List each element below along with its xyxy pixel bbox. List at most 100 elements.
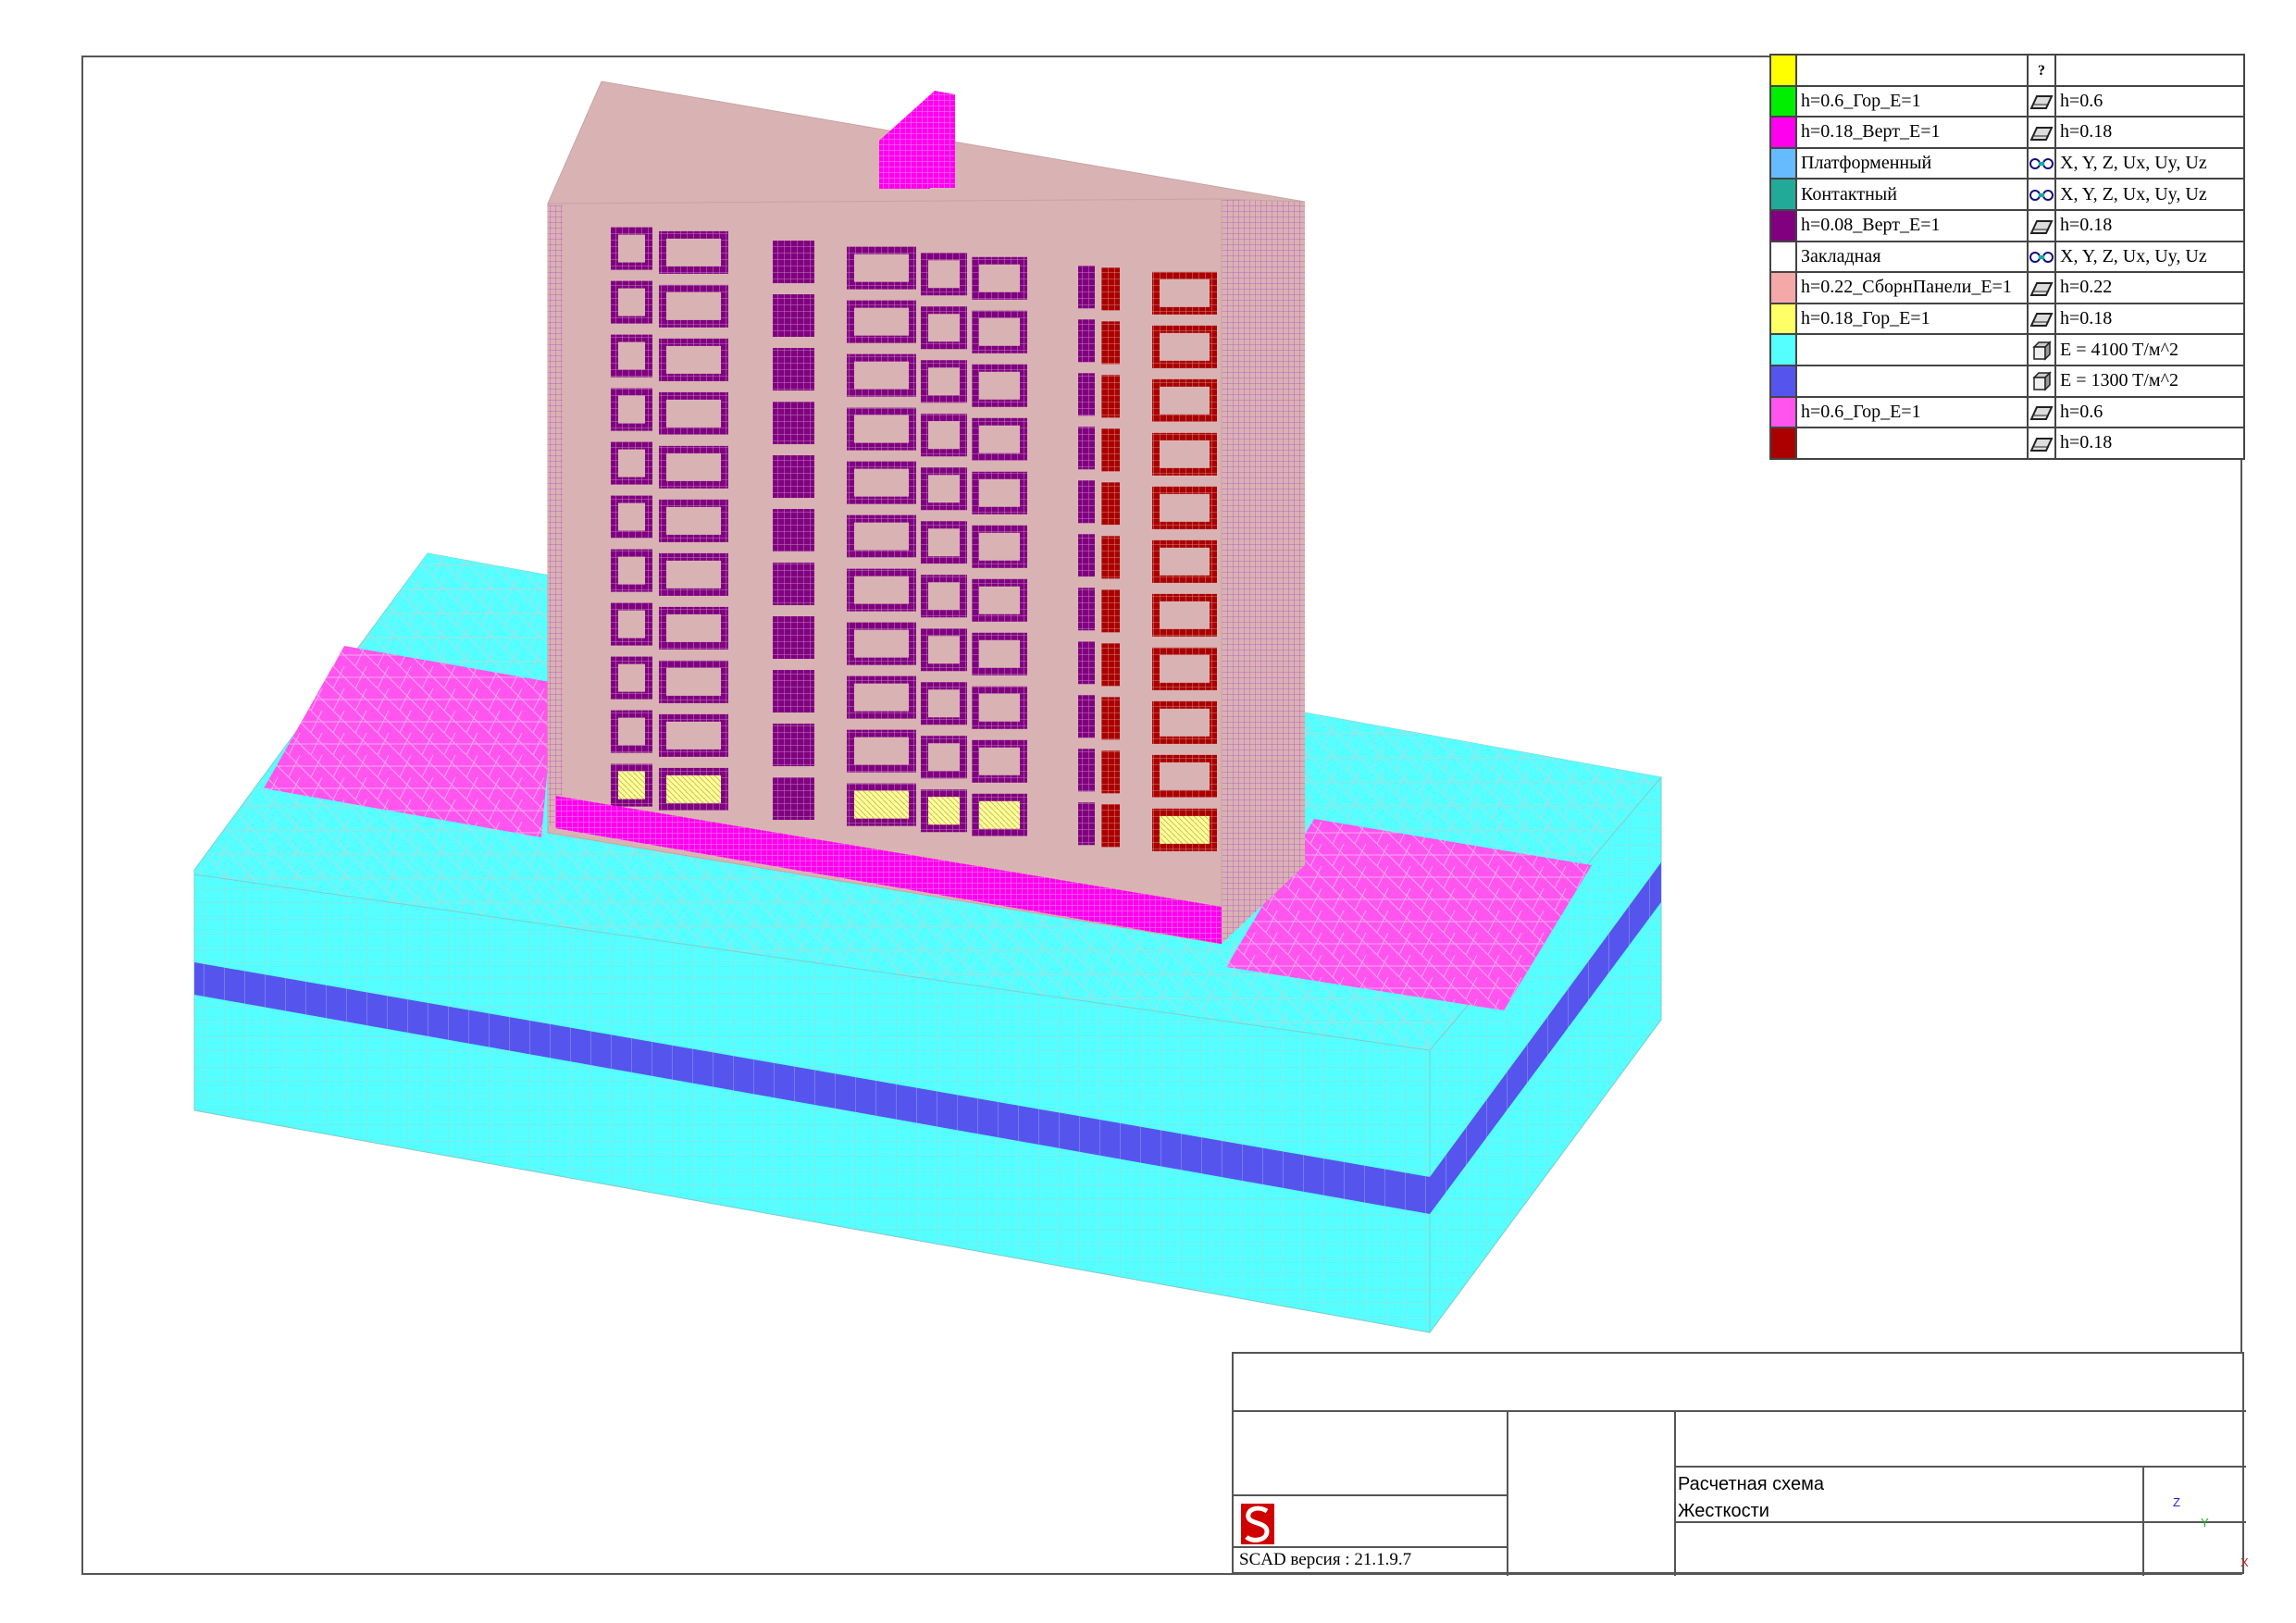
building (547, 81, 1306, 945)
legend-value: E = 4100 T/м^2 (2054, 333, 2245, 366)
legend-name: Платформенный (1795, 146, 2029, 180)
window-opening (928, 421, 960, 450)
window-panel (1078, 534, 1095, 577)
joint-icon (2027, 146, 2056, 180)
window-opening (979, 639, 1020, 668)
window-panel (1078, 695, 1095, 738)
legend-name (1795, 333, 2029, 366)
window-panel (1101, 643, 1120, 687)
legend-name (1795, 54, 2029, 87)
window-opening (666, 667, 721, 696)
window-panel (1101, 267, 1120, 311)
window-panel (773, 455, 814, 499)
window-opening (854, 415, 909, 443)
window-opening (854, 254, 909, 282)
stiffness-legend: ? h=0.6_Гор_E=1 h=0.6 h=0.18_Верт_E=1 h=0.18… (1769, 54, 2245, 460)
roof-structure (879, 141, 930, 189)
window-opening (618, 502, 645, 531)
legend-swatch (1769, 208, 1797, 242)
legend-name: Контактный (1795, 178, 2029, 211)
window-opening (979, 693, 1020, 722)
window-opening (979, 800, 1020, 829)
window-panel (773, 616, 814, 660)
legend-value: X, Y, Z, Ux, Uy, Uz (2054, 240, 2245, 274)
window-panel (1078, 480, 1095, 524)
window-panel (1101, 321, 1120, 365)
window-opening (979, 264, 1020, 292)
window-panel (1101, 428, 1120, 472)
legend-value: h=0.18 (2054, 116, 2245, 149)
plate-icon (2027, 427, 2056, 460)
window-opening (1160, 332, 1210, 361)
window-opening (1160, 762, 1210, 790)
legend-row: Контактный X, Y, Z, Ux, Uy, Uz (1769, 178, 2245, 211)
legend-swatch (1769, 84, 1797, 118)
window-opening (928, 367, 960, 396)
axis-y-label: Y (2201, 1516, 2209, 1530)
window-opening (618, 556, 645, 585)
plate-icon (2027, 302, 2056, 336)
window-opening (666, 774, 721, 803)
legend-row: Платформенный X, Y, Z, Ux, Uy, Uz (1769, 146, 2245, 180)
window-opening (1160, 386, 1210, 415)
window-opening (618, 663, 645, 692)
window-opening (928, 260, 960, 289)
window-opening (666, 291, 721, 320)
legend-swatch (1769, 178, 1797, 211)
window-opening (666, 238, 721, 266)
legend-value: h=0.6 (2054, 84, 2245, 118)
window-opening (928, 636, 960, 664)
plate-icon (2027, 116, 2056, 149)
window-panel (1078, 641, 1095, 685)
legend-row: h=0.18_Верт_E=1 h=0.18 (1769, 116, 2245, 149)
legend-row: h=0.18_Гор_E=1 h=0.18 (1769, 302, 2245, 336)
window-opening (666, 452, 721, 481)
legend-value: h=0.18 (2054, 302, 2245, 336)
question-icon: ? (2027, 54, 2056, 87)
legend-swatch (1769, 271, 1797, 304)
window-opening (979, 747, 1020, 775)
legend-swatch (1769, 302, 1797, 336)
window-opening (666, 721, 721, 750)
window-opening (979, 532, 1020, 561)
legend-value: h=0.18 (2054, 208, 2245, 242)
plate-icon (2027, 271, 2056, 304)
window-opening (1160, 493, 1210, 522)
legend-swatch (1769, 395, 1797, 429)
plate-icon (2027, 395, 2056, 429)
legend-name (1795, 364, 2029, 398)
window-opening (928, 743, 960, 772)
legend-swatch (1769, 116, 1797, 149)
window-opening (928, 475, 960, 503)
window-opening (1160, 547, 1210, 576)
window-opening (854, 737, 909, 765)
legend-row: h=0.22_СборнПанели_E=1 h=0.22 (1769, 271, 2245, 304)
window-panel (1078, 373, 1095, 416)
legend-row: h=0.08_Верт_E=1 h=0.18 (1769, 208, 2245, 242)
plate-icon (2027, 84, 2056, 118)
legend-row: E = 4100 T/м^2 (1769, 333, 2245, 366)
window-panel (1078, 427, 1095, 470)
mode-label: Жесткости (1678, 1501, 1769, 1521)
legend-name: h=0.18_Гор_E=1 (1795, 302, 2029, 336)
window-opening (618, 610, 645, 638)
legend-value: E = 1300 T/м^2 (2054, 364, 2245, 398)
legend-swatch (1769, 146, 1797, 180)
window-panel (1101, 750, 1120, 794)
window-opening (928, 314, 960, 342)
window-panel (773, 670, 814, 713)
legend-name: h=0.6_Гор_E=1 (1795, 395, 2029, 429)
window-opening (928, 582, 960, 611)
window-panel (1101, 482, 1120, 526)
legend-row: h=0.6_Гор_E=1 h=0.6 (1769, 395, 2245, 429)
legend-name: h=0.08_Верт_E=1 (1795, 208, 2029, 242)
window-panel (773, 509, 814, 552)
title-block: Расчетная схема Жесткости SCAD версия : … (1232, 1352, 2249, 1576)
legend-value: h=0.6 (2054, 395, 2245, 429)
legend-swatch (1769, 364, 1797, 398)
window-opening (854, 629, 909, 658)
window-opening (979, 586, 1020, 614)
window-panel (773, 563, 814, 606)
legend-name: h=0.22_СборнПанели_E=1 (1795, 271, 2029, 304)
legend-row: h=0.18 (1769, 427, 2245, 460)
